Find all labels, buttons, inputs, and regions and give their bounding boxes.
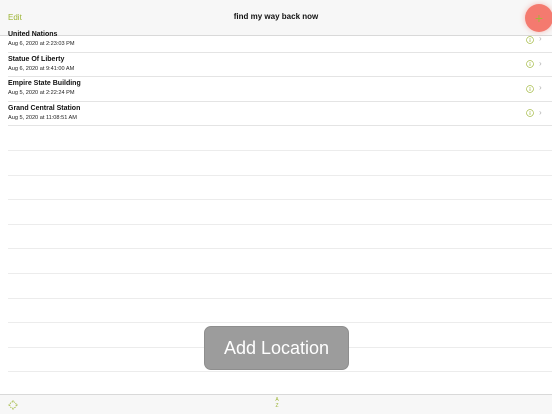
page-title: find my way back now: [233, 12, 319, 21]
location-date: Aug 5, 2020 at 11:08:51 AM: [8, 114, 77, 121]
bottom-toolbar: A Z: [0, 394, 552, 414]
info-icon[interactable]: [526, 60, 534, 68]
info-icon[interactable]: [526, 35, 534, 44]
chevron-right-icon: ›: [539, 34, 542, 43]
empty-row: [8, 249, 552, 274]
location-name: Grand Central Station: [8, 104, 81, 112]
add-location-toast: Add Location: [204, 326, 349, 370]
empty-row: [8, 176, 552, 201]
info-icon[interactable]: [526, 109, 534, 118]
empty-row: [8, 151, 552, 176]
empty-row: [8, 299, 552, 324]
location-date: Aug 5, 2020 at 2:22:24 PM: [8, 90, 75, 97]
add-location-button[interactable]: +: [525, 4, 552, 32]
empty-row: [8, 126, 552, 151]
list-item[interactable]: Grand Central Station Aug 5, 2020 at 11:…: [8, 102, 552, 127]
empty-row: [8, 274, 552, 299]
location-date: Aug 6, 2020 at 9:41:00 AM: [8, 65, 75, 72]
location-name: Empire State Building: [8, 80, 81, 88]
location-name: United Nations: [8, 31, 58, 38]
chevron-right-icon: ›: [539, 58, 542, 68]
chevron-right-icon: ›: [539, 107, 542, 117]
chevron-right-icon: ›: [539, 83, 542, 93]
location-date: Aug 6, 2020 at 2:23:03 PM: [8, 41, 75, 47]
info-icon[interactable]: [526, 84, 534, 93]
list-item[interactable]: United Nations Aug 6, 2020 at 2:23:03 PM…: [8, 28, 552, 53]
list-item[interactable]: Statue Of Liberty Aug 6, 2020 at 9:41:00…: [8, 53, 552, 78]
plus-icon: +: [534, 10, 544, 26]
location-name: Statue Of Liberty: [8, 55, 65, 63]
location-crosshair-icon[interactable]: [8, 400, 18, 410]
sort-bottom-letter: Z: [275, 402, 279, 409]
empty-row: [8, 225, 552, 250]
empty-row: [8, 200, 552, 225]
list-item[interactable]: Empire State Building Aug 5, 2020 at 2:2…: [8, 77, 552, 102]
sort-az-icon[interactable]: A Z: [270, 397, 284, 412]
